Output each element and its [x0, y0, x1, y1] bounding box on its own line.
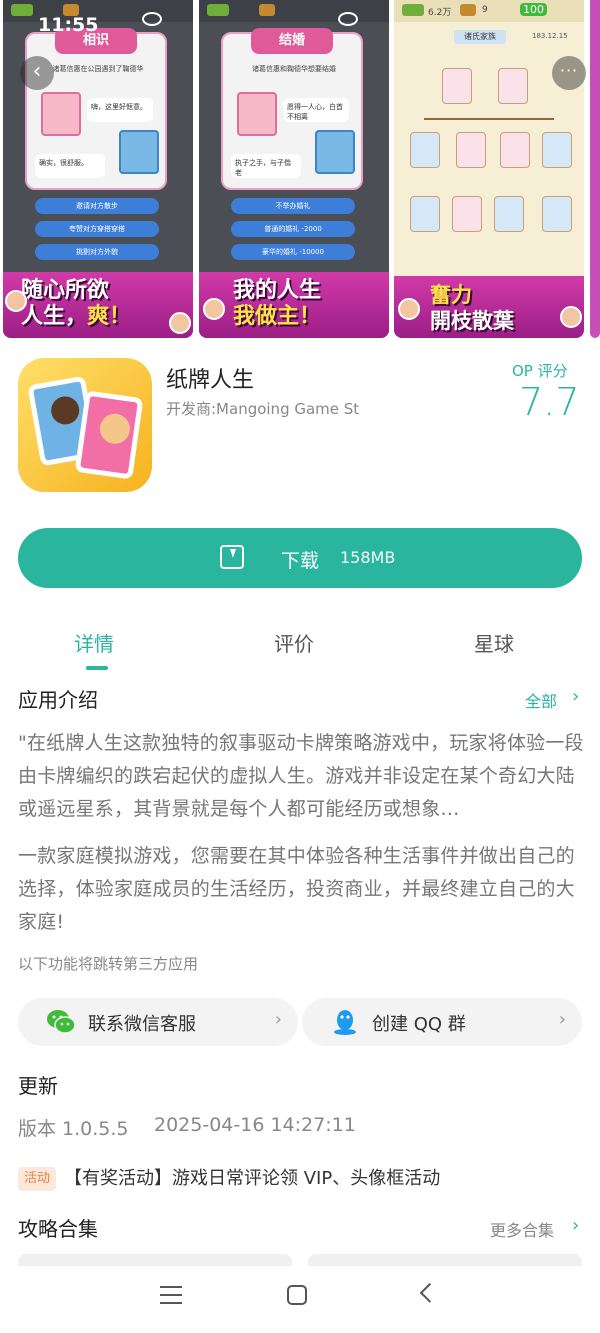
card-story: 诸葛信惠和鞠德华想要结婚	[252, 65, 336, 73]
download-size: 158MB	[340, 548, 396, 567]
score-label: OP 评分	[512, 362, 568, 380]
banner-text: 我的人生 我做主！	[233, 278, 322, 329]
update-title: 更新	[18, 1074, 58, 1098]
eye-icon	[338, 12, 358, 26]
family-member-card	[494, 196, 524, 232]
character-face	[5, 290, 27, 312]
banner-text: 奮力 開枝散葉	[430, 283, 514, 333]
eye-icon	[142, 12, 162, 26]
active-tab-indicator	[86, 666, 108, 670]
chevron-right-icon: ›	[558, 1009, 566, 1030]
character-face	[398, 298, 420, 320]
developer-name[interactable]: 开发商:Mangoing Game St	[166, 398, 359, 419]
more-collections-link[interactable]: 更多合集	[490, 1217, 554, 1241]
option-button: 挑剔对方外貌	[35, 244, 159, 260]
third-party-note: 以下功能将跳转第三方应用	[18, 955, 199, 973]
qq-group-label: 创建 QQ 群	[372, 1014, 466, 1035]
tab-reviews[interactable]: 评价	[274, 628, 314, 657]
family-member-card	[542, 132, 572, 168]
score-value: 7.7	[519, 380, 580, 424]
character-face	[169, 312, 191, 334]
activity-link[interactable]: 【有奖活动】游戏日常评论领 VIP、头像框活动	[64, 1164, 440, 1190]
promo-banner: 奮力 開枝散葉	[394, 276, 584, 338]
back-button[interactable]: ‹	[20, 56, 54, 90]
activity-badge: 活动	[18, 1167, 56, 1191]
male-avatar	[315, 130, 355, 174]
back-icon[interactable]	[419, 1282, 440, 1303]
option-button: 豪华的婚礼 -10000	[231, 244, 355, 260]
family-member-card	[500, 132, 530, 168]
wechat-service-label: 联系微信客服	[88, 1014, 196, 1035]
character-face	[203, 298, 225, 320]
guides-title: 攻略合集	[18, 1217, 98, 1241]
wechat-service-button[interactable]: 联系微信客服 ›	[18, 998, 298, 1046]
screenshot-carousel[interactable]: 相识 诸葛信惠在公园遇到了鞠德华 嗨，这里好惬意。 确实，很舒服。 邀请对方散步…	[0, 0, 600, 340]
screenshot-3[interactable]: 6.2万 9 100 诸氏家族 183.12.15 奮力 開枝散葉	[394, 0, 584, 338]
menu-icon[interactable]	[160, 1286, 182, 1304]
character-face	[560, 306, 582, 328]
promo-banner: 随心所欲 人生，爽！	[3, 272, 193, 338]
chevron-right-icon: ›	[274, 1009, 282, 1030]
game-topbar: 6.2万 9 100	[394, 0, 584, 22]
family-name: 诸氏家族	[454, 30, 506, 44]
family-member-card	[456, 132, 486, 168]
option-button: 普通的婚礼 -2000	[231, 221, 355, 237]
family-member-card	[442, 68, 472, 104]
card-title: 结婚	[251, 28, 333, 54]
family-member-card	[452, 196, 482, 232]
speech-bubble: 确实，很舒服。	[35, 154, 105, 178]
female-avatar	[237, 92, 277, 136]
tab-details[interactable]: 详情	[74, 628, 114, 657]
option-button: 邀请对方散步	[35, 198, 159, 214]
promo-banner: 我的人生 我做主！	[199, 272, 389, 338]
event-card: 结婚 诸葛信惠和鞠德华想要结婚 愿得一人心，白首不相离 执子之手，与子偕老	[221, 28, 363, 190]
option-button: 夸赞对方穿搭穿搭	[35, 221, 159, 237]
version-number: 版本 1.0.5.5	[18, 1118, 129, 1140]
wechat-icon	[47, 1010, 76, 1034]
see-all-link[interactable]: 全部	[525, 688, 557, 712]
speech-bubble: 执子之手，与子偕老	[231, 154, 301, 178]
home-icon[interactable]	[287, 1285, 307, 1305]
qq-group-button[interactable]: 创建 QQ 群 ›	[302, 998, 582, 1046]
app-icon	[18, 358, 152, 492]
option-button: 不举办婚礼	[231, 198, 355, 214]
intro-title: 应用介绍	[18, 688, 98, 712]
more-options-button[interactable]: ···	[552, 56, 586, 90]
speech-bubble: 嗨，这里好惬意。	[87, 98, 153, 122]
screenshot-4-peek[interactable]	[590, 0, 600, 338]
version-date: 2025-04-16 14:27:11	[154, 1114, 356, 1136]
screenshot-2[interactable]: 结婚 诸葛信惠和鞠德华想要结婚 愿得一人心，白首不相离 执子之手，与子偕老 不举…	[199, 0, 389, 338]
download-label: 下载	[281, 550, 320, 572]
download-button[interactable]: 下载 158MB	[18, 528, 582, 588]
app-name: 纸牌人生	[166, 368, 255, 393]
tab-bar: 详情 评价 星球	[0, 622, 600, 672]
tab-planet[interactable]: 星球	[474, 628, 514, 657]
female-avatar	[41, 92, 81, 136]
family-member-card	[410, 196, 440, 232]
chevron-right-icon[interactable]: ›	[572, 686, 579, 707]
family-member-card	[410, 132, 440, 168]
male-avatar	[119, 130, 159, 174]
system-nav-bar	[0, 1266, 600, 1333]
guide-card[interactable]	[18, 1254, 292, 1266]
family-member-card	[542, 196, 572, 232]
guide-card[interactable]	[308, 1254, 582, 1266]
status-time: 11:55	[38, 14, 99, 36]
family-member-card	[498, 68, 528, 104]
chevron-right-icon[interactable]: ›	[572, 1215, 579, 1236]
game-topbar	[199, 0, 389, 22]
download-icon	[220, 545, 244, 569]
intro-paragraph-2: 一款家庭模拟游戏，您需要在其中体验各种生活事件并做出自己的选择，体验家庭成员的生…	[18, 845, 575, 933]
intro-paragraph-1: "在纸牌人生这款独特的叙事驱动卡牌策略游戏中，玩家将体验一段由卡牌编织的跌宕起伏…	[18, 732, 584, 820]
speech-bubble: 愿得一人心，白首不相离	[283, 98, 349, 122]
screenshot-1[interactable]: 相识 诸葛信惠在公园遇到了鞠德华 嗨，这里好惬意。 确实，很舒服。 邀请对方散步…	[3, 0, 193, 338]
event-card: 相识 诸葛信惠在公园遇到了鞠德华 嗨，这里好惬意。 确实，很舒服。	[25, 28, 167, 190]
qq-icon	[334, 1010, 356, 1035]
game-date: 183.12.15	[532, 32, 568, 40]
banner-text: 随心所欲 人生，爽！	[21, 278, 132, 329]
